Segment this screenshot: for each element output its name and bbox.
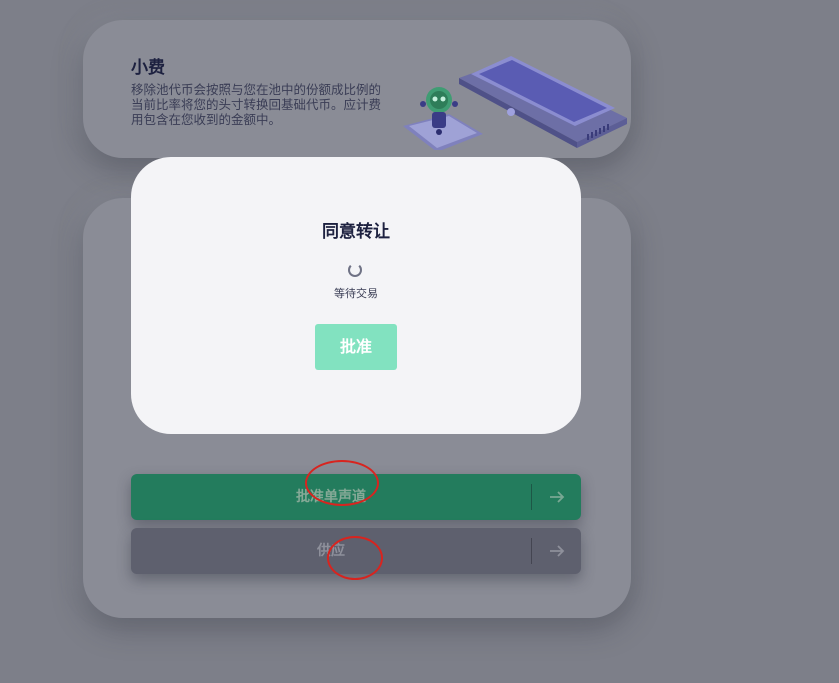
approve-transfer-modal: 同意转让 等待交易 批准	[131, 157, 581, 434]
laptop-robot-illustration	[403, 56, 627, 150]
fee-description: 移除池代币会按照与您在池中的份额成比例的当前比率将您的头寸转换回基础代币。应计费…	[131, 82, 382, 127]
annotation-circle-supply	[327, 536, 383, 580]
modal-status-text: 等待交易	[334, 287, 378, 300]
button-divider	[531, 484, 532, 510]
arrow-right-icon	[550, 491, 565, 503]
fee-info-card: 小费 移除池代币会按照与您在池中的份额成比例的当前比率将您的头寸转换回基础代币。…	[83, 20, 631, 158]
loading-spinner-icon	[348, 263, 362, 277]
fee-title: 小费	[131, 58, 165, 78]
arrow-right-icon	[550, 545, 565, 557]
modal-approve-button[interactable]: 批准	[315, 324, 397, 370]
modal-title: 同意转让	[322, 222, 390, 242]
annotation-circle-approve	[305, 460, 379, 506]
button-divider	[531, 538, 532, 564]
